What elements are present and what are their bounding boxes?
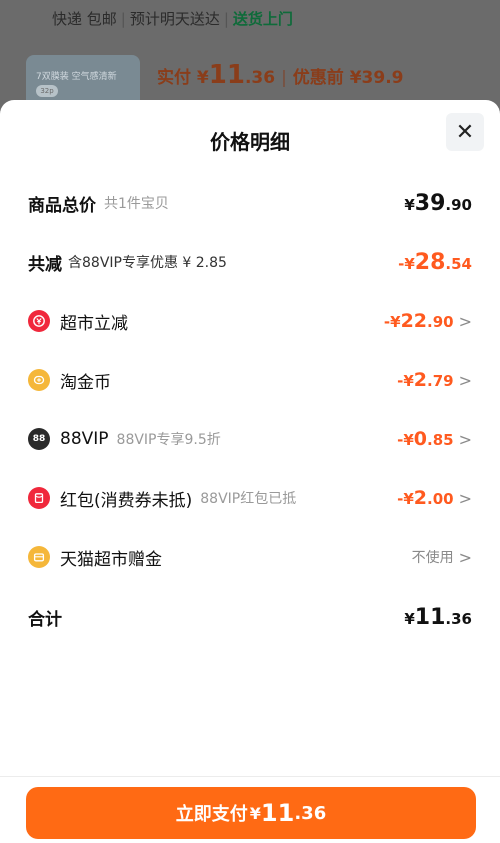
- 88vip-note: 88VIP专享9.5折: [116, 432, 221, 448]
- row-red-packet[interactable]: 红包(消费券未抵) 88VIP红包已抵 -¥2.00 >: [28, 483, 472, 513]
- red-packet-icon: [28, 487, 50, 509]
- footer-divider: [0, 776, 500, 777]
- gift-credit-label: 天猫超市赠金: [60, 549, 162, 570]
- sum-label: 合计: [28, 609, 62, 630]
- chevron-right-icon: >: [458, 547, 472, 567]
- delivery-info: 快递 包邮 | 预计明天送达 | 送货上门: [52, 10, 293, 28]
- pay-now-button[interactable]: 立即支付 ¥11.36: [26, 787, 476, 839]
- vip-discount-note: 含88VIP专享优惠 ¥ 2.85: [68, 255, 227, 271]
- close-button[interactable]: ✕: [446, 113, 484, 151]
- free-shipping-text: 快递 包邮: [52, 10, 117, 28]
- sheet-title: 价格明细: [210, 130, 290, 154]
- row-88vip[interactable]: 88 88VIP 88VIP专享9.5折 -¥0.85 >: [28, 424, 472, 454]
- pay-button-label: 立即支付: [175, 804, 248, 825]
- total-discount-label: 共减: [28, 254, 62, 275]
- supermarket-discount-icon: [28, 310, 50, 332]
- 88vip-icon: 88: [28, 428, 50, 450]
- 88vip-label: 88VIP: [60, 429, 109, 449]
- thumbnail-badge: 32p: [36, 85, 58, 97]
- gift-credit-value: 不使用: [411, 550, 454, 566]
- row-tmall-gift-credit[interactable]: 天猫超市赠金 不使用 >: [28, 542, 472, 572]
- 88vip-amount: -¥0.85: [397, 428, 454, 450]
- red-packet-note: 88VIP红包已抵: [200, 491, 297, 507]
- chevron-right-icon: >: [458, 370, 472, 390]
- red-packet-amount: -¥2.00: [397, 487, 454, 509]
- supermarket-discount-amount: -¥22.90: [383, 310, 454, 332]
- background-order-page: 快递 包邮 | 预计明天送达 | 送货上门 7双膜装 空气感清新 32p 实付 ¥11.…: [0, 0, 500, 115]
- chevron-right-icon: >: [458, 429, 472, 449]
- price-detail-sheet: 价格明细 ✕ 商品总价 共1件宝贝 ¥39.90 共减 含88VIP专享优惠 ¥…: [0, 100, 500, 843]
- background-price: 实付 ¥11.36 | 优惠前 ¥39.9: [157, 60, 404, 90]
- row-product-total: 商品总价 共1件宝贝 ¥39.90: [28, 188, 472, 218]
- sum-amount: ¥11.36: [404, 604, 472, 630]
- taojinbi-amount: -¥2.79: [397, 369, 454, 391]
- total-discount-amount: -¥28.54: [398, 249, 472, 275]
- row-total-discount: 共减 含88VIP专享优惠 ¥ 2.85 -¥28.54: [28, 247, 472, 277]
- supermarket-discount-label: 超市立减: [60, 313, 128, 334]
- price-before-discount: 优惠前 ¥39.9: [292, 68, 404, 88]
- thumbnail-text: 7双膜装 空气感清新: [36, 72, 117, 82]
- product-total-amount: ¥39.90: [404, 190, 472, 216]
- gold-coin-icon: [28, 369, 50, 391]
- row-sum: 合计 ¥11.36: [28, 602, 472, 632]
- chevron-right-icon: >: [458, 488, 472, 508]
- chevron-right-icon: >: [458, 311, 472, 331]
- row-supermarket-discount[interactable]: 超市立减 -¥22.90 >: [28, 306, 472, 336]
- delivery-eta: 预计明天送达: [129, 10, 220, 28]
- door-delivery-tag: 送货上门: [232, 10, 293, 28]
- item-count: 共1件宝贝: [104, 196, 169, 212]
- row-taojinbi[interactable]: 淘金币 -¥2.79 >: [28, 365, 472, 395]
- red-packet-label: 红包(消费券未抵): [60, 490, 193, 511]
- taojinbi-label: 淘金币: [60, 372, 111, 393]
- close-icon: ✕: [455, 119, 475, 145]
- product-total-label: 商品总价: [28, 195, 96, 216]
- gift-credit-icon: [28, 546, 50, 568]
